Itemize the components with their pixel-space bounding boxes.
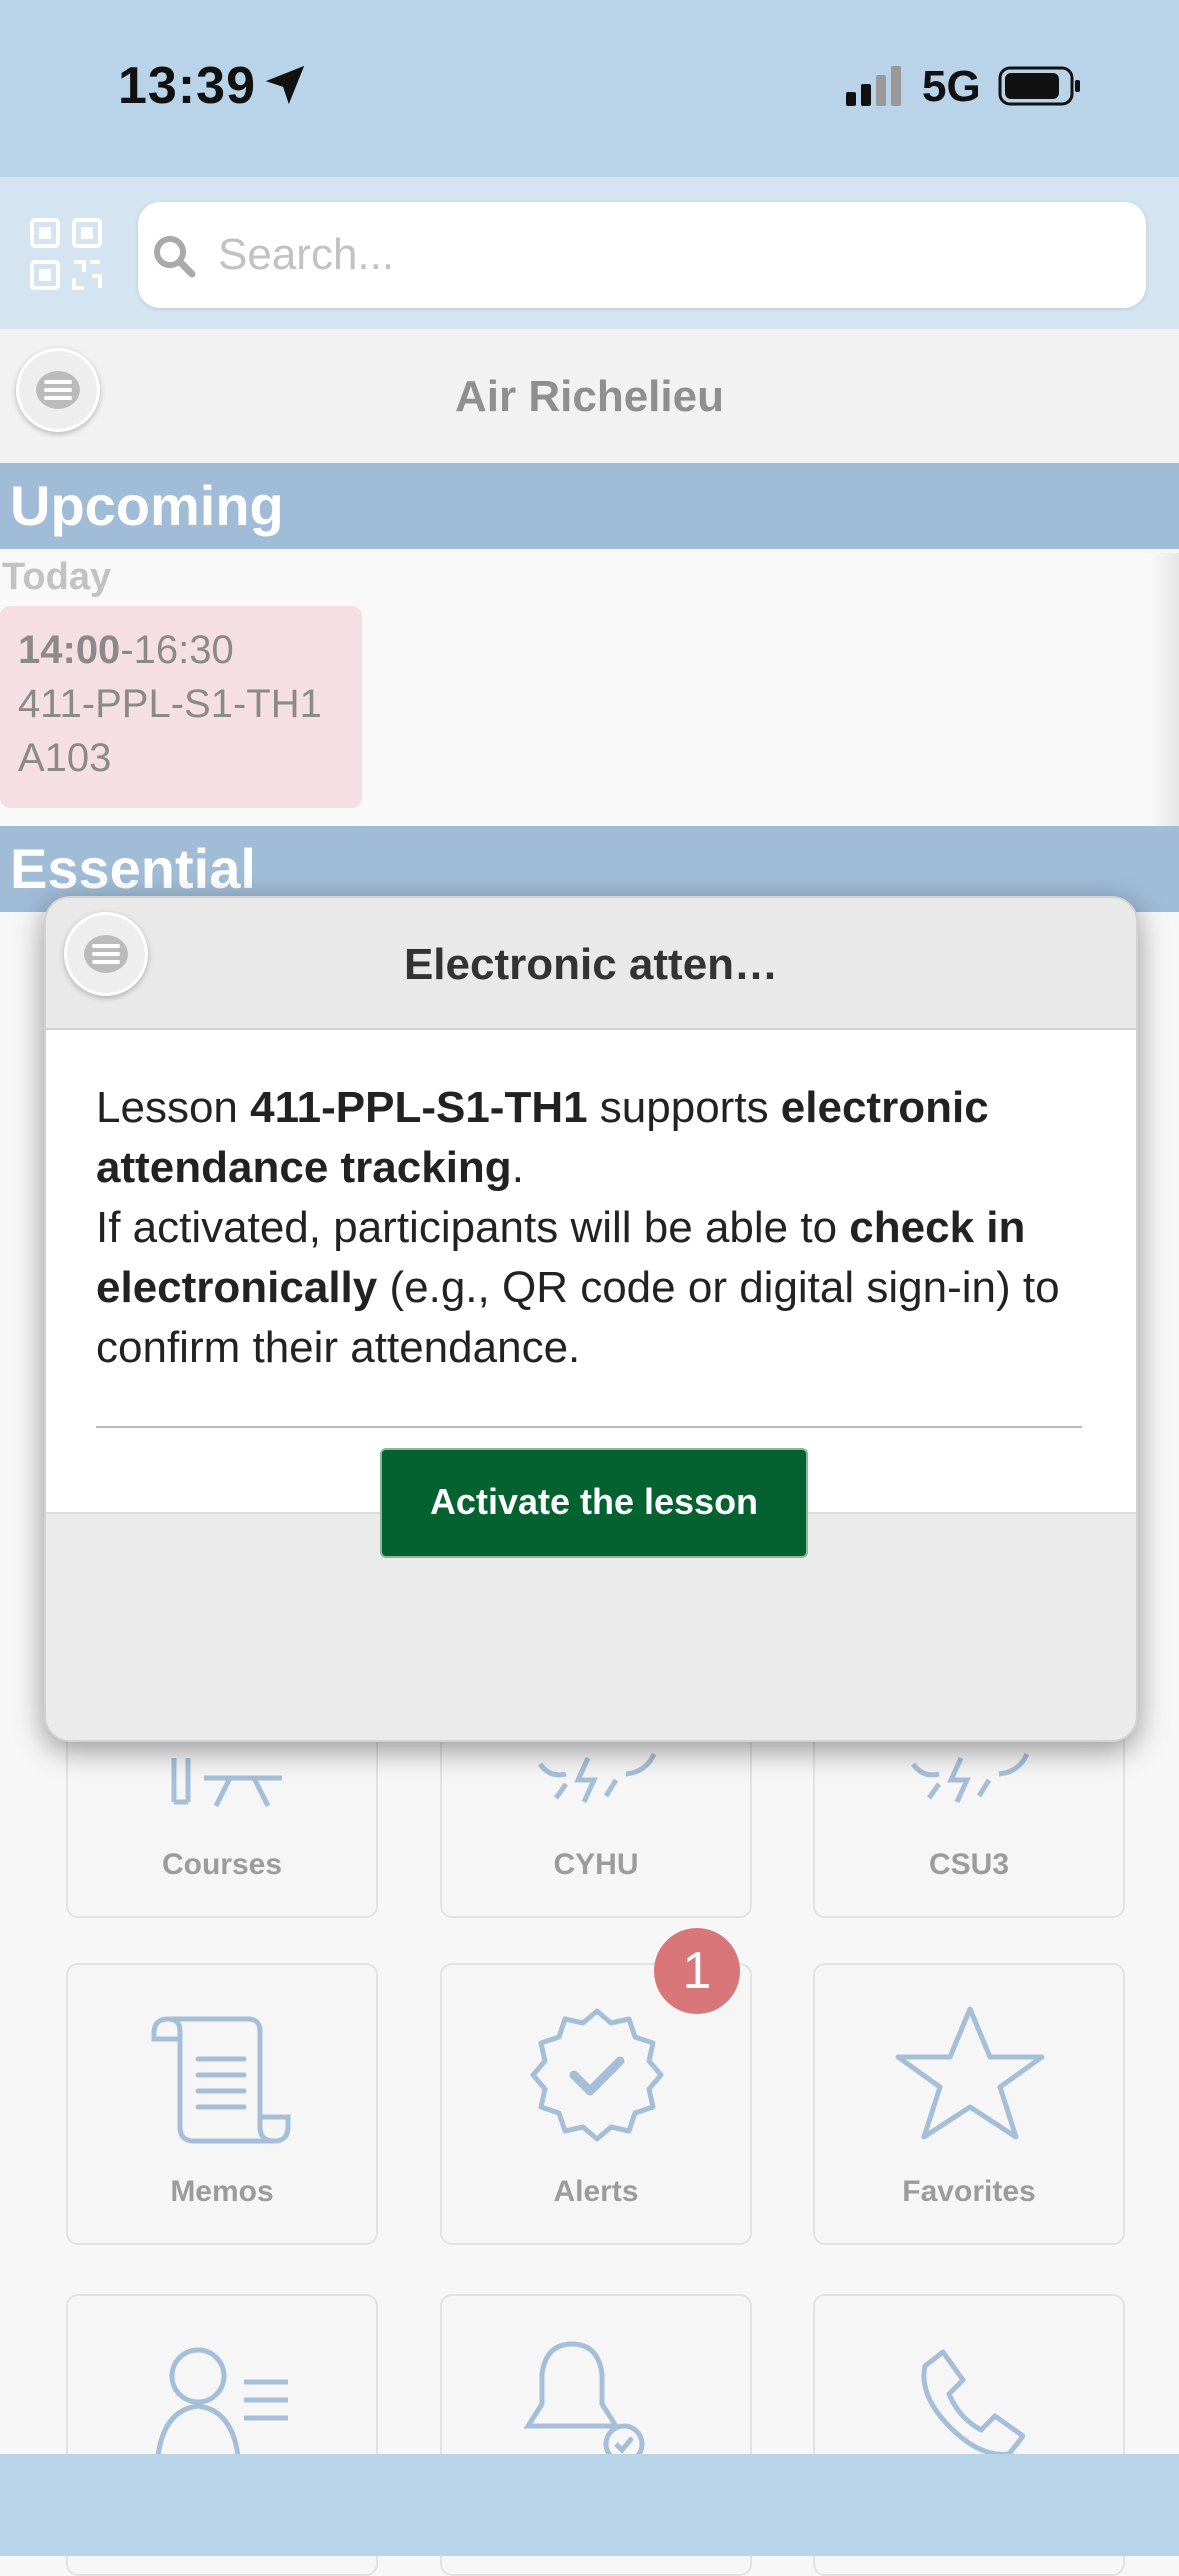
dialog-title: Electronic atten… xyxy=(403,940,779,989)
qr-code-icon[interactable] xyxy=(28,216,104,292)
badge-check-icon xyxy=(530,2008,664,2142)
section-upcoming: Upcoming xyxy=(0,463,1179,549)
tile-label: Memos xyxy=(170,2175,274,2208)
tile-label: Favorites xyxy=(902,2175,1036,2208)
activate-lesson-button[interactable]: Activate the lesson xyxy=(380,1448,808,1558)
event-course: 411-PPL-S1-TH1 xyxy=(18,682,322,726)
person-list-icon xyxy=(155,2347,288,2457)
page-title: Air Richelieu xyxy=(455,372,724,421)
signal-icon xyxy=(846,66,901,106)
bottom-bar xyxy=(0,2454,1179,2556)
search-icon xyxy=(154,236,196,278)
tile-favorites[interactable]: Favorites xyxy=(813,1963,1125,2245)
dialog-body: Lesson 411-PPL-S1-TH1 supports electroni… xyxy=(46,1030,1136,1514)
status-time: 13:39 xyxy=(118,57,256,115)
search-input[interactable] xyxy=(216,214,1120,296)
dialog-header: Electronic atten… xyxy=(46,898,1136,1030)
event-room: A103 xyxy=(18,736,112,780)
alerts-count-badge: 1 xyxy=(654,1928,740,2014)
tile-label: CYHU xyxy=(553,1848,639,1881)
tile-label: CSU3 xyxy=(928,1848,1010,1881)
event-card[interactable]: 14:00-16:30 411-PPL-S1-TH1 A103 xyxy=(0,606,362,808)
location-arrow-icon xyxy=(265,65,305,105)
dialog-divider xyxy=(96,1426,1082,1428)
scroll-shade xyxy=(1150,553,1179,826)
status-bar: 13:39 5G xyxy=(0,0,1179,177)
phone-icon xyxy=(921,2349,1026,2457)
tile-memos[interactable]: Memos xyxy=(66,1963,378,2245)
section-title: Essential xyxy=(10,837,256,900)
star-icon xyxy=(895,2006,1045,2140)
tile-label: Courses xyxy=(161,1848,283,1881)
battery-icon xyxy=(998,66,1080,106)
attendance-dialog: Electronic atten… Lesson 411-PPL-S1-TH1 … xyxy=(44,896,1138,1742)
event-end: -16:30 xyxy=(120,628,234,672)
day-label: Today xyxy=(2,556,112,598)
tile-label: Alerts xyxy=(553,2175,639,2208)
event-start: 14:00 xyxy=(18,628,121,672)
dialog-message: Lesson 411-PPL-S1-TH1 supports electroni… xyxy=(96,1083,1060,1372)
network-type: 5G xyxy=(922,62,981,111)
scroll-icon xyxy=(151,2016,291,2144)
section-title: Upcoming xyxy=(10,474,284,537)
bell-person-icon xyxy=(523,2341,645,2465)
